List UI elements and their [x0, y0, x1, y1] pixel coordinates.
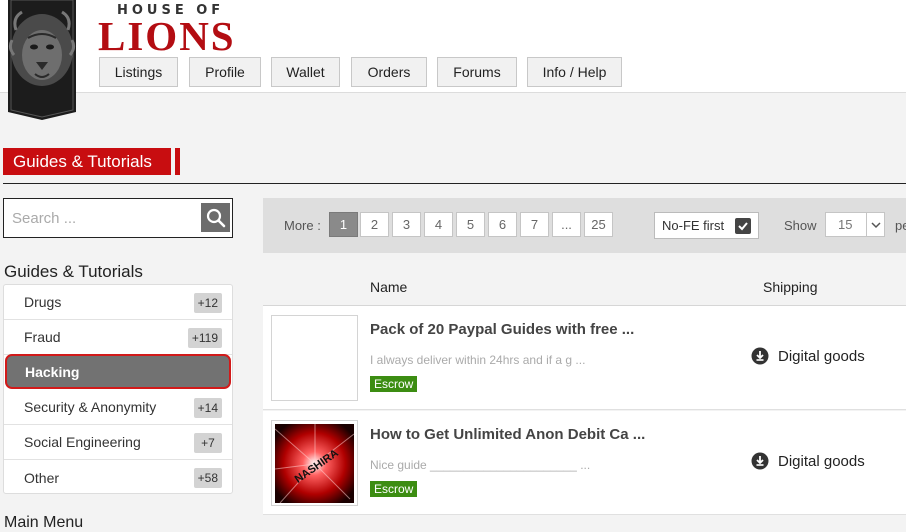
escrow-badge: Escrow	[370, 376, 418, 392]
page-button-4[interactable]: 4	[424, 212, 453, 237]
per-page-select[interactable]: 15	[825, 212, 885, 237]
listing-row: Pack of 20 Paypal Guides with free ... I…	[263, 306, 906, 410]
download-icon	[751, 452, 769, 470]
category-label: Social Engineering	[24, 434, 141, 450]
listing-thumbnail[interactable]	[271, 315, 358, 401]
category-item-other[interactable]: Other +58	[4, 460, 232, 495]
column-shipping-header: Shipping	[763, 279, 818, 295]
page-button-2[interactable]: 2	[360, 212, 389, 237]
shipping-info: Digital goods	[751, 452, 865, 470]
page-button-7[interactable]: 7	[520, 212, 549, 237]
category-heading: Guides & Tutorials	[4, 262, 143, 281]
page-button-1[interactable]: 1	[329, 212, 358, 237]
shipping-label: Digital goods	[778, 452, 865, 470]
shipping-label: Digital goods	[778, 347, 865, 365]
category-count-badge: +7	[194, 433, 222, 453]
category-count-badge: +119	[187, 328, 222, 348]
search-icon	[206, 208, 225, 227]
no-fe-first-label: No-FE first	[662, 218, 725, 233]
per-page-suffix: pe	[895, 218, 906, 233]
listing-thumbnail[interactable]: NASHIRA	[271, 420, 358, 506]
per-page-value: 15	[838, 217, 853, 232]
page-button-25[interactable]: 25	[584, 212, 613, 237]
show-label: Show	[784, 218, 817, 233]
category-count-badge: +12	[193, 293, 222, 313]
page-button-5[interactable]: 5	[456, 212, 485, 237]
category-item-hacking[interactable]: Hacking	[5, 354, 231, 389]
nav-forums-button[interactable]: Forums	[437, 57, 517, 87]
column-name-header: Name	[370, 279, 408, 295]
listing-table-header: Name Shipping	[263, 262, 906, 306]
brand-title[interactable]: LIONS	[98, 12, 236, 60]
more-label: More :	[284, 218, 321, 233]
nav-orders-button[interactable]: Orders	[351, 57, 427, 87]
listing-row: NASHIRA How to Get Unlimited Anon Debit …	[263, 411, 906, 515]
nav-wallet-button[interactable]: Wallet	[271, 57, 340, 87]
title-accent-bar	[175, 148, 180, 175]
category-label: Drugs	[24, 294, 62, 310]
search-input[interactable]	[6, 201, 196, 235]
category-label: Security & Anonymity	[24, 399, 157, 415]
listing-description: I always deliver within 24hrs and if a g…	[370, 353, 586, 367]
chevron-down-icon	[866, 213, 884, 236]
no-fe-first-toggle[interactable]: No-FE first	[654, 212, 759, 239]
site-header: HOUSE OF LIONS Listings Profile Wallet O…	[0, 0, 906, 93]
main-menu-heading: Main Menu	[4, 514, 84, 531]
category-list: Drugs +12 Fraud +119 Hacking Security & …	[3, 284, 233, 494]
category-item-fraud[interactable]: Fraud +119	[4, 320, 232, 355]
nav-profile-button[interactable]: Profile	[189, 57, 261, 87]
checkbox-checked-icon	[735, 218, 751, 234]
escrow-badge: Escrow	[370, 481, 418, 497]
category-item-drugs[interactable]: Drugs +12	[4, 285, 232, 320]
category-count-badge: +58	[193, 468, 222, 488]
listing-title[interactable]: Pack of 20 Paypal Guides with free ...	[370, 321, 634, 338]
category-item-security-anonymity[interactable]: Security & Anonymity +14	[4, 390, 232, 425]
category-label: Hacking	[25, 363, 80, 380]
listing-description: Nice guide ______________________ ...	[370, 458, 591, 472]
lion-logo-icon[interactable]	[8, 0, 76, 120]
search-box	[3, 198, 233, 238]
page-title: Guides & Tutorials	[3, 148, 171, 175]
nav-info-help-button[interactable]: Info / Help	[527, 57, 622, 87]
shipping-info: Digital goods	[751, 347, 865, 365]
listing-title[interactable]: How to Get Unlimited Anon Debit Ca ...	[370, 426, 645, 443]
nav-listings-button[interactable]: Listings	[99, 57, 178, 87]
listing-image: NASHIRA	[275, 424, 354, 503]
category-label: Other	[24, 469, 60, 486]
page-button-6[interactable]: 6	[488, 212, 517, 237]
pagination-bar: More : 1 2 3 4 5 6 7 ... 25 No-FE first …	[263, 198, 906, 253]
category-label: Fraud	[24, 329, 61, 345]
download-icon	[751, 347, 769, 365]
category-item-social-engineering[interactable]: Social Engineering +7	[4, 425, 232, 460]
category-count-badge: +14	[193, 398, 222, 418]
title-divider	[3, 183, 906, 184]
page-button-3[interactable]: 3	[392, 212, 421, 237]
search-button[interactable]	[201, 203, 230, 232]
page-button-ellipsis[interactable]: ...	[552, 212, 581, 237]
